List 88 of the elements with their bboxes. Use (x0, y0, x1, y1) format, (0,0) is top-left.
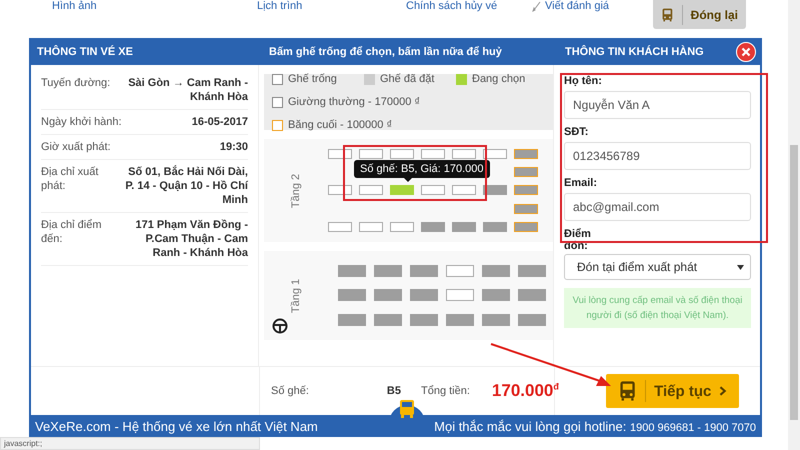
seat[interactable] (482, 314, 510, 326)
seat[interactable] (338, 265, 366, 278)
seat[interactable] (410, 289, 438, 302)
close-icon[interactable] (736, 42, 756, 62)
seat[interactable] (483, 222, 507, 232)
seat[interactable] (374, 265, 402, 278)
deck-label: Tầng 2 (290, 173, 302, 208)
seat[interactable] (421, 185, 445, 196)
deck-label: Tầng 1 (290, 278, 302, 313)
info-label: Ngày khởi hành: (41, 115, 123, 129)
field-label: Họ tên: (564, 75, 603, 87)
seat[interactable] (482, 289, 510, 302)
total-label: Tổng tiền: (420, 385, 470, 397)
info-value: 16-05-2017 (190, 115, 248, 129)
seat[interactable] (514, 204, 538, 214)
seat[interactable] (359, 222, 383, 232)
info-value: 171 Phạm Văn Đồng - P.Cam Thuận - Cam Ranh - Khánh Hòa (134, 218, 248, 260)
seat[interactable] (421, 149, 445, 160)
info-note: Vui lòng cung cấp email và số điện thoại người đi (số điện thoại Việt Nam). (564, 288, 751, 328)
seat[interactable] (483, 185, 507, 196)
seat[interactable] (338, 314, 366, 326)
seat[interactable] (518, 314, 546, 326)
seat[interactable] (518, 265, 546, 278)
legend-label: Ghế trống (288, 73, 337, 85)
nav-link[interactable]: Chính sách hủy vé (406, 0, 532, 12)
seat[interactable] (514, 167, 538, 178)
legend-label: Ghế đã đặt (380, 73, 434, 85)
seat[interactable] (328, 185, 352, 196)
input-field[interactable]: Nguyễn Văn A (564, 91, 751, 119)
caret-icon (737, 264, 744, 270)
total-price: 170.000$^{đ}$ (492, 381, 559, 401)
legend-label: Đang chọn (472, 73, 526, 85)
seat[interactable] (446, 265, 474, 278)
seat[interactable] (452, 222, 476, 232)
chevron-icon (719, 386, 727, 396)
seat[interactable] (518, 289, 546, 302)
section-title: THÔNG TIN VÉ XE (36, 46, 134, 58)
seat[interactable] (514, 222, 538, 232)
seat[interactable] (446, 289, 474, 302)
seat[interactable] (338, 289, 366, 302)
section-title: Bấm ghế trống để chọn, bấm lần nữa để huỷ (268, 46, 503, 58)
nav-link[interactable]: Viết đánh giá (532, 0, 610, 12)
nav-link[interactable]: Lịch trình (257, 0, 406, 12)
bus-icon (618, 380, 638, 402)
info-label: Địa chỉ điểm đến: (41, 218, 103, 247)
hotline-label: Mọi thắc mắc vui lòng gọi hotline: (434, 418, 626, 434)
continue-button[interactable]: Tiếp tục (606, 374, 739, 408)
seat[interactable] (514, 149, 538, 160)
info-value: 19:30 (218, 140, 248, 154)
legend-label: Giường thường - 170000 ₫ (288, 96, 420, 108)
seat[interactable] (374, 314, 402, 326)
seat-label: Số ghế: (271, 385, 309, 397)
field-label: Email: (564, 177, 598, 189)
pickup-dropdown[interactable]: Đón tại điểm xuất phát (564, 254, 751, 280)
seat[interactable] (421, 222, 445, 232)
seat[interactable] (452, 185, 476, 196)
seat[interactable] (446, 314, 474, 326)
seat[interactable] (514, 185, 538, 196)
seat[interactable] (374, 289, 402, 302)
seat[interactable] (328, 222, 352, 232)
info-label: Tuyến đường: (41, 76, 112, 91)
info-value: Sài Gòn → Cam Ranh - Khánh Hòa (127, 76, 248, 104)
info-label: Giờ xuất phát: (41, 140, 112, 154)
scrollbar-thumb[interactable] (790, 145, 798, 420)
seat-value: B5 (386, 385, 401, 397)
seat[interactable] (482, 265, 510, 278)
field-label: SĐT: (564, 126, 590, 138)
seat[interactable] (359, 185, 383, 196)
nav-link[interactable]: Hình ảnh (52, 0, 257, 12)
info-label: Địa chỉ xuất phát: (41, 165, 100, 194)
seat[interactable] (390, 222, 414, 232)
input-field[interactable]: abc@gmail.com (564, 193, 751, 221)
bus-icon (661, 6, 674, 24)
seat[interactable] (328, 149, 352, 160)
close-button[interactable]: Đóng lại (653, 0, 746, 29)
info-value: Số 01, Bắc Hải Nối Dài, P. 14 - Quận 10 - Hồ Chí Minh (124, 165, 248, 207)
seat[interactable] (359, 149, 383, 160)
footer-brand: VeXeRe.com - Hệ thống vé xe lớn nhất Việt Nam (35, 418, 318, 434)
seat[interactable] (410, 265, 438, 278)
seat[interactable] (452, 149, 476, 160)
input-field[interactable]: 0123456789 (564, 142, 751, 170)
seat[interactable] (390, 149, 414, 160)
seat[interactable] (410, 314, 438, 326)
seat[interactable] (483, 149, 507, 160)
legend-label: Băng cuối - 100000 ₫ (288, 119, 392, 131)
status-bar: javascript:; (0, 437, 260, 450)
section-title: THÔNG TIN KHÁCH HÀNG (564, 46, 704, 58)
hotline-number: 1900 969681 - 1900 7070 (630, 422, 756, 434)
